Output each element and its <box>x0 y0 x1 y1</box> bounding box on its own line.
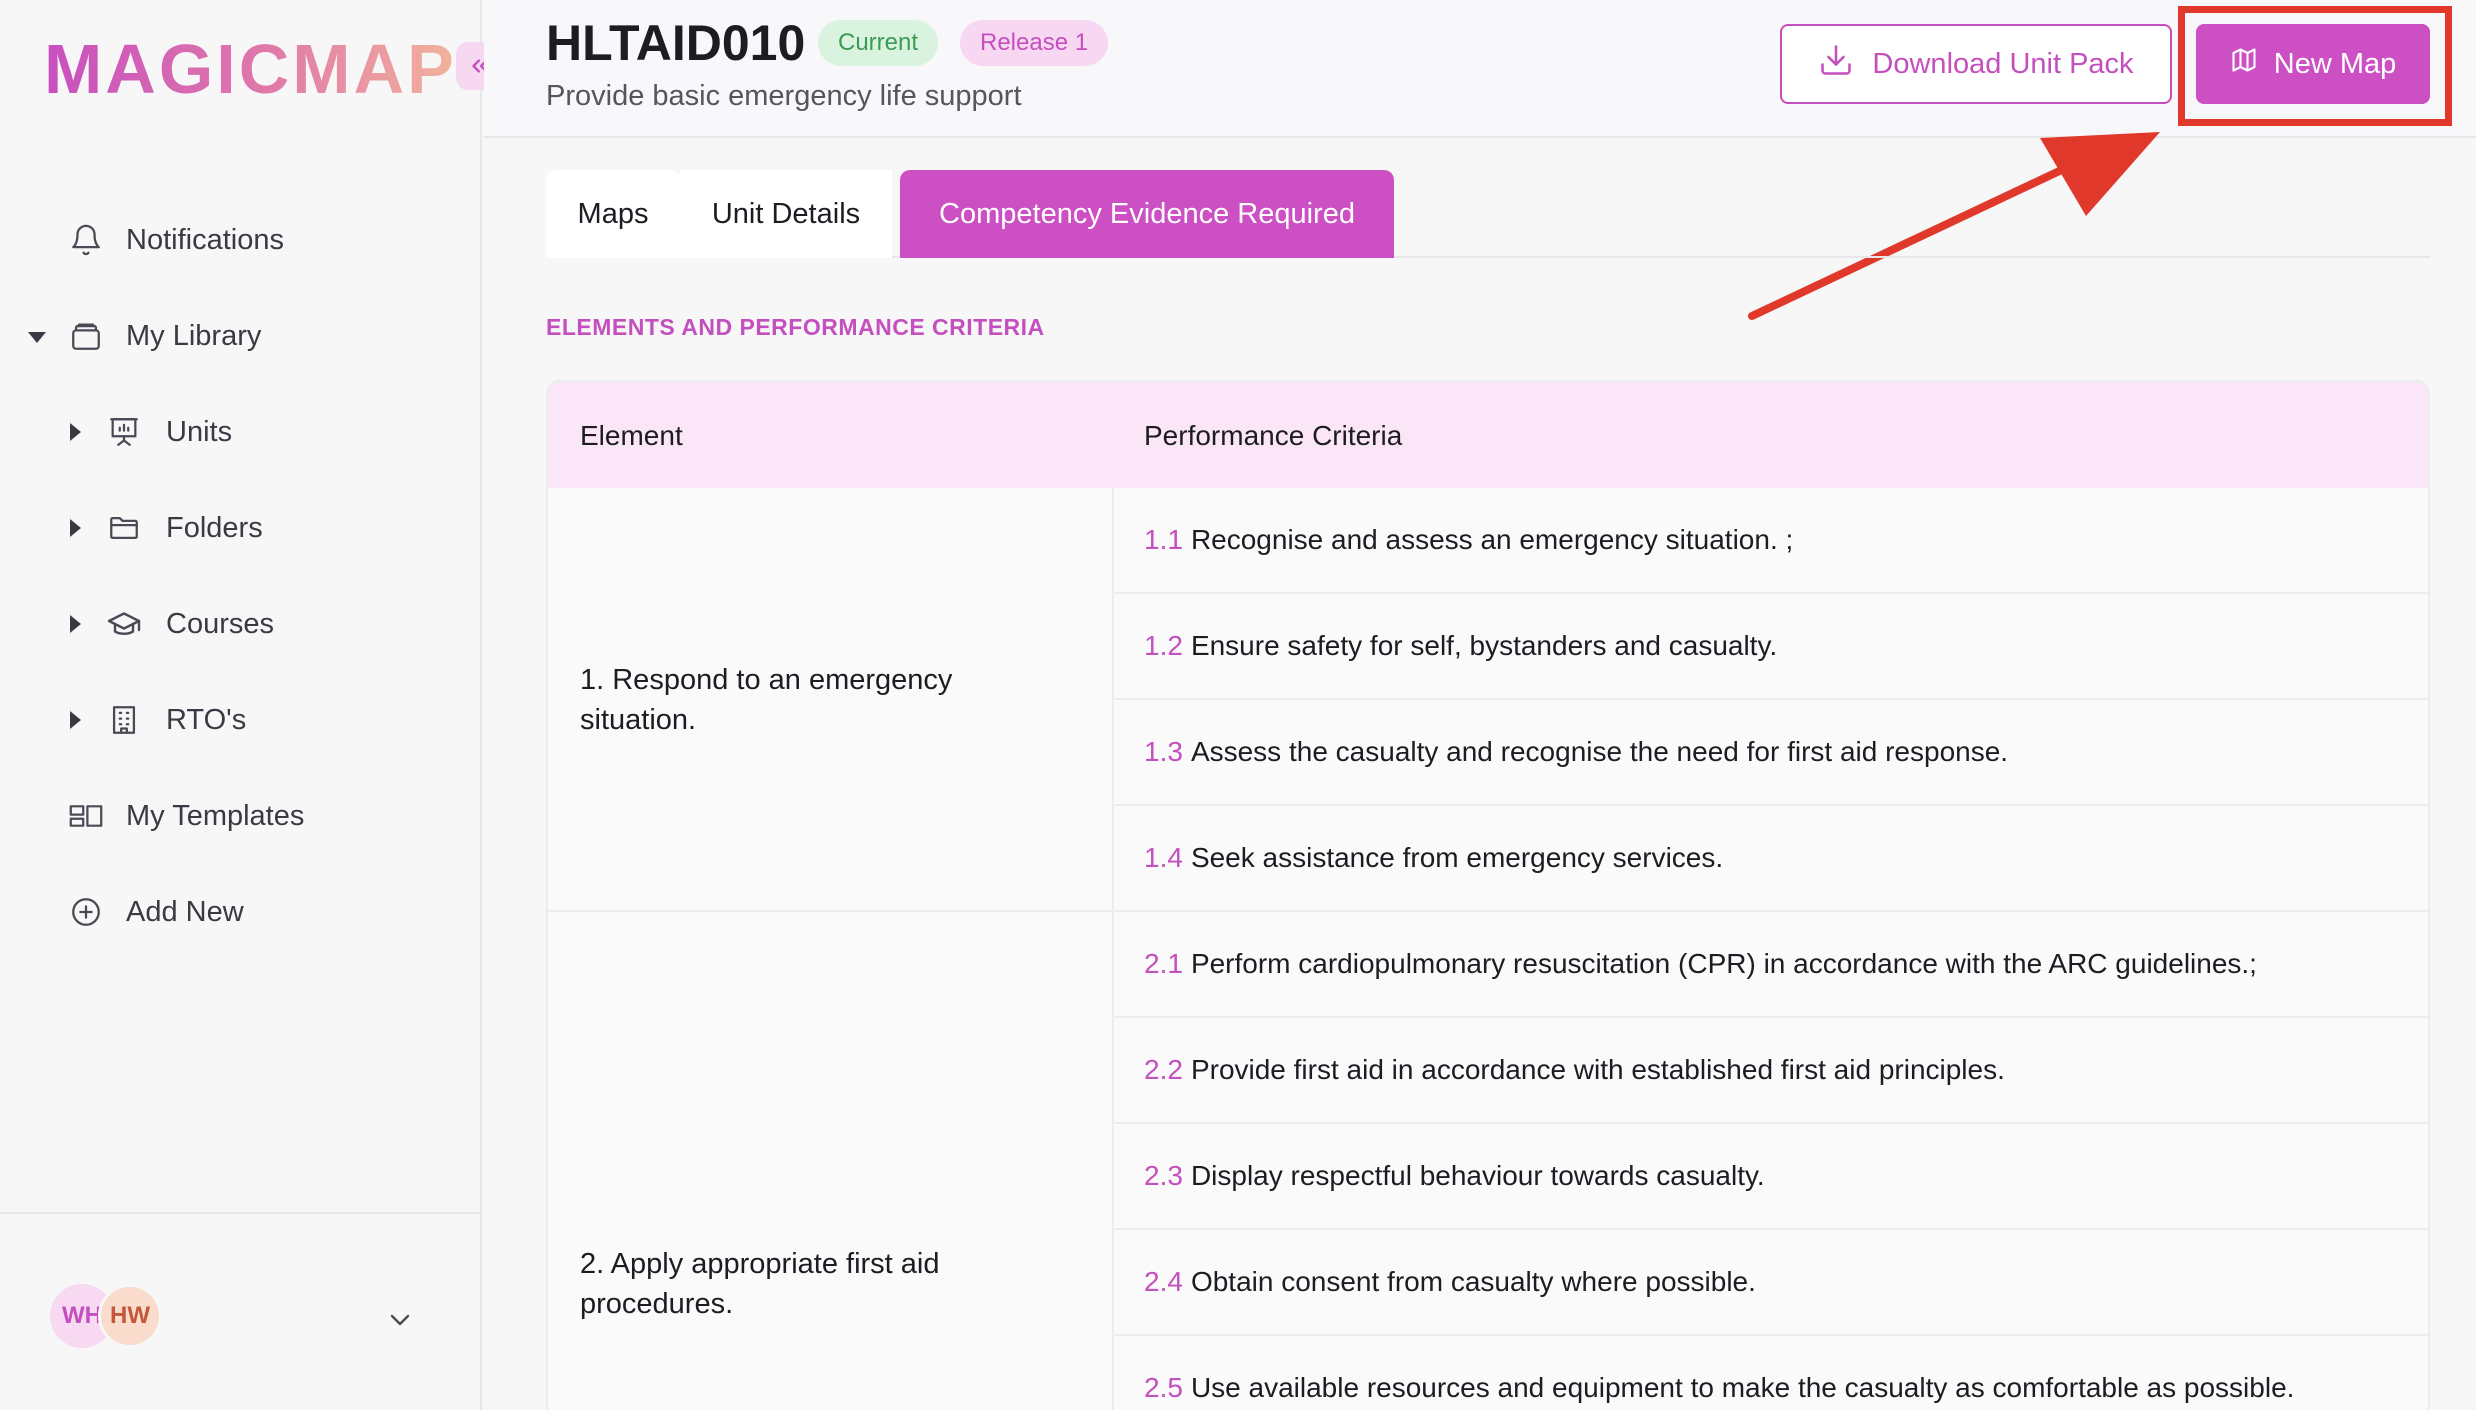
sidebar-item-label: My Templates <box>126 799 305 832</box>
sidebar: MAGICMAP Notifications My Library Units … <box>0 0 504 1410</box>
element-cell: 1. Respond to an emergency situation. <box>580 664 953 736</box>
page-title: HLTAID010 <box>546 15 806 71</box>
annotation-highlight-box <box>2178 6 2452 126</box>
sidebar-item-add-new[interactable]: Add New <box>0 882 482 942</box>
criteria-number: 1.4 <box>1144 842 1183 873</box>
criteria-row: 1.4 Seek assistance from emergency servi… <box>1114 806 2428 912</box>
tab-maps[interactable]: Maps <box>546 170 680 258</box>
criteria-text: Use available resources and equipment to… <box>1190 1372 2295 1403</box>
criteria-row: 1.1 Recognise and assess an emergency si… <box>1114 488 2428 594</box>
criteria-text: Obtain consent from casualty where possi… <box>1190 1266 1756 1297</box>
sidebar-item-notifications[interactable]: Notifications <box>0 210 482 270</box>
caret-right-icon[interactable] <box>70 615 81 633</box>
unit-subtitle: Provide basic emergency life support <box>546 80 1022 112</box>
sidebar-item-rtos[interactable]: RTO's <box>0 690 482 750</box>
sidebar-item-units[interactable]: Units <box>0 402 482 462</box>
chevron-down-icon[interactable] <box>384 1304 416 1341</box>
magicmap-logo: MAGICMAP <box>44 30 457 108</box>
folder-icon <box>106 510 142 546</box>
criteria-row: 2.2 Provide first aid in accordance with… <box>1114 1018 2428 1124</box>
tab-unit-details[interactable]: Unit Details <box>680 170 892 258</box>
download-icon <box>1818 42 1854 86</box>
criteria-row: 2.3 Display respectful behaviour towards… <box>1114 1124 2428 1230</box>
criteria-number: 2.3 <box>1144 1160 1183 1191</box>
library-icon <box>68 318 104 354</box>
criteria-text: Ensure safety for self, bystanders and c… <box>1190 630 1778 661</box>
tab-bar: Maps Unit Details Competency Evidence Re… <box>546 170 2430 258</box>
elements-criteria-table: Element Performance Criteria 1. Respond … <box>546 380 2430 1410</box>
criteria-number: 2.5 <box>1144 1372 1183 1403</box>
sidebar-item-my-templates[interactable]: My Templates <box>0 786 482 846</box>
plus-circle-icon <box>68 894 104 930</box>
criteria-row: 1.2 Ensure safety for self, bystanders a… <box>1114 594 2428 700</box>
caret-right-icon[interactable] <box>70 519 81 537</box>
criteria-text: Perform cardiopulmonary resuscitation (C… <box>1190 948 2257 979</box>
criteria-row: 2.5 Use available resources and equipmen… <box>1114 1336 2428 1410</box>
status-badge: Current <box>818 20 939 66</box>
release-badge: Release 1 <box>960 20 1109 66</box>
sidebar-item-label: RTO's <box>166 703 247 736</box>
tab-competency-evidence-required[interactable]: Competency Evidence Required <box>900 170 1394 258</box>
criteria-number: 1.1 <box>1144 524 1183 555</box>
criteria-text: Provide first aid in accordance with est… <box>1190 1054 2005 1085</box>
row-divider <box>548 910 1112 912</box>
criteria-text: Assess the casualty and recognise the ne… <box>1190 736 2009 767</box>
bell-icon <box>68 222 104 258</box>
criteria-text: Seek assistance from emergency services. <box>1190 842 1724 873</box>
sidebar-item-my-library[interactable]: My Library <box>0 306 482 366</box>
criteria-row: 1.3 Assess the casualty and recognise th… <box>1114 700 2428 806</box>
sidebar-item-folders[interactable]: Folders <box>0 498 482 558</box>
presentation-icon <box>106 414 142 450</box>
sidebar-item-label: Courses <box>166 607 274 640</box>
caret-right-icon[interactable] <box>70 423 81 441</box>
sidebar-item-label: Notifications <box>126 223 284 256</box>
criteria-text: Display respectful behaviour towards cas… <box>1190 1160 1765 1191</box>
column-header-performance-criteria: Performance Criteria <box>1144 420 1403 451</box>
avatar[interactable]: HW <box>98 1284 162 1348</box>
graduation-cap-icon <box>106 606 142 642</box>
criteria-row: 2.1 Perform cardiopulmonary resuscitatio… <box>1114 912 2428 1018</box>
criteria-number: 2.2 <box>1144 1054 1183 1085</box>
column-header-element: Element <box>580 420 683 451</box>
criteria-number: 2.1 <box>1144 948 1183 979</box>
criteria-number: 1.3 <box>1144 736 1183 767</box>
element-cell: 2. Apply appropriate first aid procedure… <box>580 1248 940 1320</box>
sidebar-item-courses[interactable]: Courses <box>0 594 482 654</box>
templates-icon <box>68 798 104 834</box>
building-icon <box>106 702 142 738</box>
table-header: Element Performance Criteria <box>548 382 2428 488</box>
criteria-row: 2.4 Obtain consent from casualty where p… <box>1114 1230 2428 1336</box>
criteria-number: 1.2 <box>1144 630 1183 661</box>
sidebar-item-label: Add New <box>126 895 244 928</box>
criteria-number: 2.4 <box>1144 1266 1183 1297</box>
section-title: ELEMENTS AND PERFORMANCE CRITERIA <box>546 314 1045 340</box>
sidebar-item-label: Units <box>166 415 233 448</box>
download-unit-pack-button[interactable]: Download Unit Pack <box>1780 24 2172 104</box>
download-unit-pack-label: Download Unit Pack <box>1872 47 2134 80</box>
user-menu[interactable]: WH HW <box>0 1212 482 1410</box>
caret-down-icon[interactable] <box>28 332 46 343</box>
sidebar-item-label: Folders <box>166 511 263 544</box>
criteria-text: Recognise and assess an emergency situat… <box>1190 524 1794 555</box>
sidebar-item-label: My Library <box>126 319 262 352</box>
caret-right-icon[interactable] <box>70 711 81 729</box>
